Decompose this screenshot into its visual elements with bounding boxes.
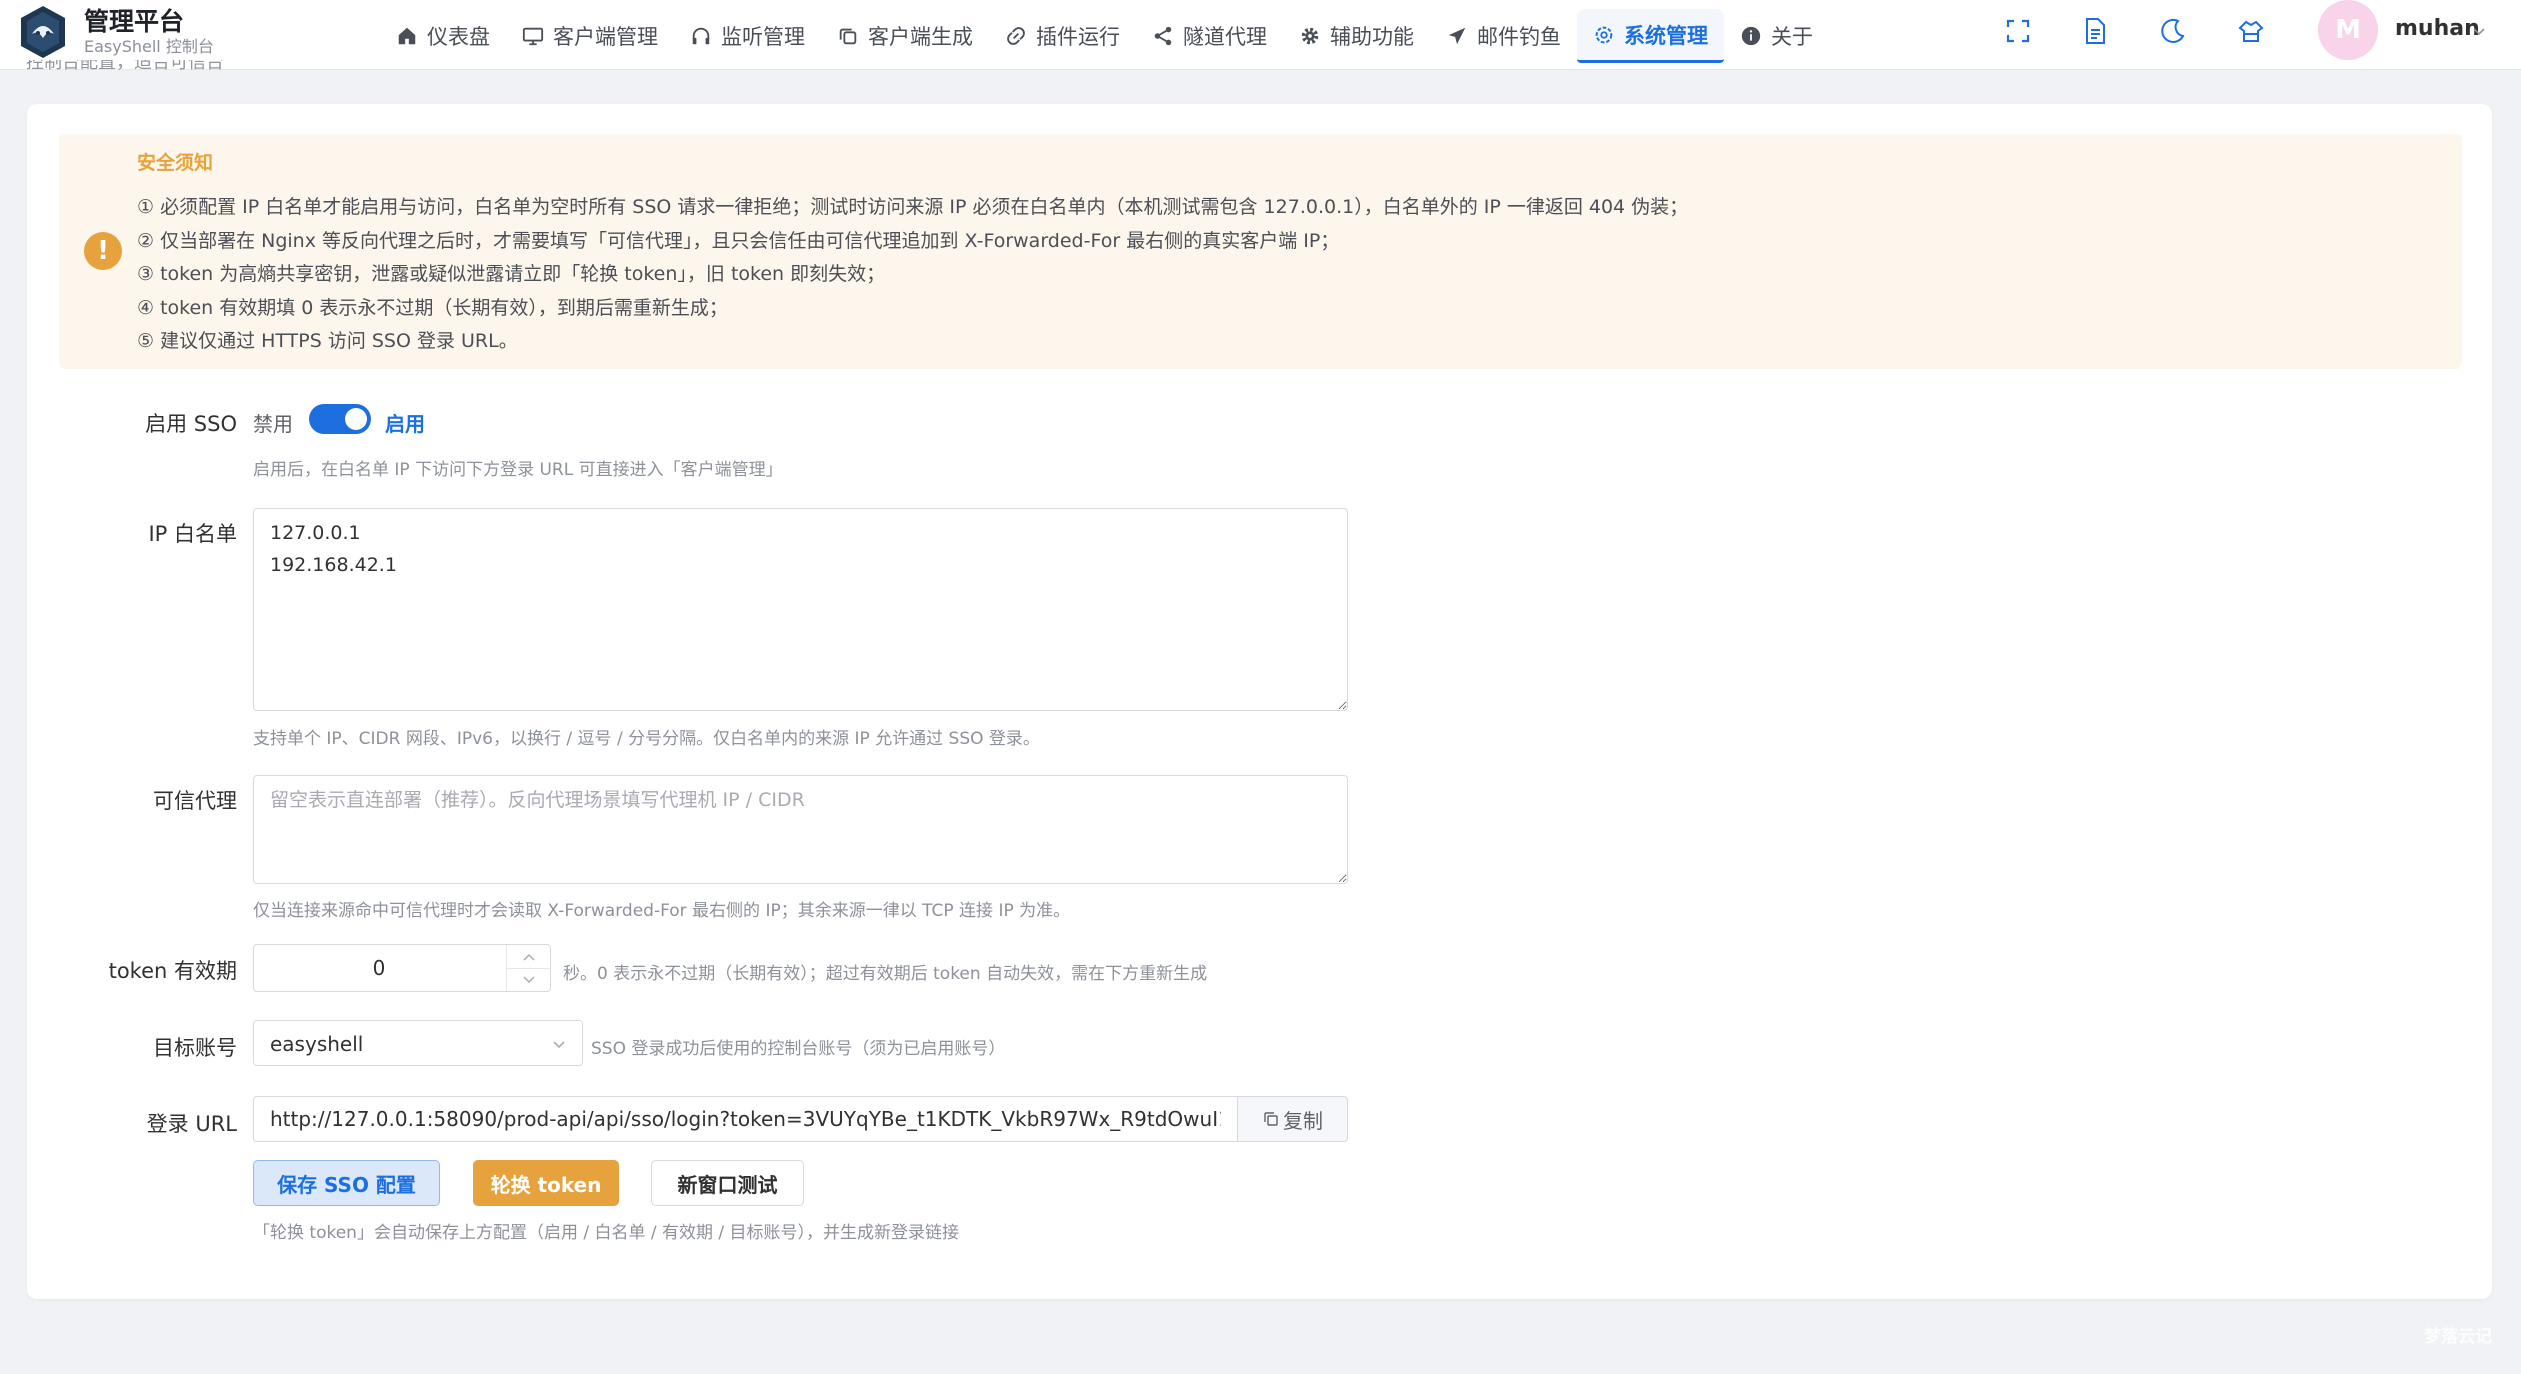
- sso-enable-label: 启用 SSO: [145, 412, 237, 436]
- increase-button[interactable]: [507, 945, 551, 968]
- info-icon: [1740, 25, 1762, 47]
- share-icon: [1152, 25, 1174, 47]
- nav-dashboard[interactable]: 仪表盘: [380, 9, 506, 63]
- theme-icon[interactable]: [2236, 16, 2266, 46]
- chevron-up-icon: [523, 953, 535, 961]
- home-icon: [396, 25, 418, 47]
- copy-button[interactable]: 复制: [1237, 1096, 1348, 1142]
- chevron-down-icon: [523, 976, 535, 984]
- nav-label: 关于: [1771, 25, 1813, 49]
- token-ttl-input[interactable]: [254, 945, 504, 991]
- token-ttl-label: token 有效期: [108, 959, 237, 983]
- switch-knob: [345, 408, 367, 430]
- brand[interactable]: 管理平台 EasyShell 控制台: [18, 4, 214, 60]
- document-icon[interactable]: [2080, 16, 2110, 46]
- copy-label: 复制: [1283, 1108, 1323, 1133]
- switch-on-text[interactable]: 启用: [385, 408, 425, 437]
- sso-enable-hint: 启用后，在白名单 IP 下访问下方登录 URL 可直接进入「客户端管理」: [253, 460, 783, 480]
- nav-plugin-run[interactable]: 插件运行: [989, 9, 1136, 63]
- nav-label: 仪表盘: [427, 25, 490, 49]
- alert-line: ⑤ 建议仅通过 HTTPS 访问 SSO 登录 URL。: [137, 330, 518, 352]
- target-account-hint: SSO 登录成功后使用的控制台账号（须为已启用账号）: [591, 1039, 1006, 1059]
- rotate-token-button[interactable]: 轮换 token: [473, 1160, 619, 1206]
- nav-tunnel-proxy[interactable]: 隧道代理: [1136, 9, 1283, 63]
- target-account-label: 目标账号: [153, 1036, 237, 1060]
- copy-icon: [1264, 1112, 1278, 1126]
- copy-icon: [837, 25, 859, 47]
- fullscreen-icon[interactable]: [2003, 16, 2033, 46]
- trusted-proxy-textarea[interactable]: [253, 775, 1348, 884]
- decrease-button[interactable]: [507, 968, 551, 991]
- security-notice-alert: ! 安全须知 ① 必须配置 IP 白名单才能启用与访问，白名单为空时所有 SSO…: [59, 134, 2462, 369]
- save-sso-config-button[interactable]: 保存 SSO 配置: [253, 1160, 440, 1206]
- main-nav: 仪表盘 客户端管理 监听管理 客户端生成 插件运行 隧道代理 辅助功能 邮件钓鱼…: [380, 0, 1829, 70]
- target-account-select[interactable]: easyshell: [253, 1020, 583, 1066]
- nav-label: 客户端生成: [868, 25, 973, 49]
- monitor-icon: [522, 25, 544, 47]
- trusted-proxy-hint: 仅当连接来源命中可信代理时才会读取 X-Forwarded-For 最右侧的 I…: [253, 901, 1071, 921]
- chevron-down-icon: [553, 1041, 565, 1049]
- alert-title: 安全须知: [137, 152, 214, 174]
- watermark: 梦落云记: [2424, 1327, 2492, 1347]
- nav-label: 客户端管理: [553, 25, 658, 49]
- nav-label: 辅助功能: [1330, 25, 1414, 49]
- alert-line: ② 仅当部署在 Nginx 等反向代理之后时，才需要填写「可信代理」，且只会信任…: [137, 229, 1340, 252]
- moon-icon[interactable]: [2158, 16, 2188, 46]
- warning-icon: !: [84, 232, 122, 270]
- trusted-proxy-label: 可信代理: [153, 789, 237, 813]
- alert-line: ④ token 有效期填 0 表示永不过期（长期有效），到期后需重新生成；: [137, 296, 728, 319]
- nav-listener-management[interactable]: 监听管理: [674, 9, 821, 63]
- nav-about[interactable]: 关于: [1724, 9, 1829, 63]
- nav-auxiliary[interactable]: 辅助功能: [1283, 9, 1430, 63]
- username[interactable]: muhan: [2395, 16, 2480, 41]
- nav-client-generation[interactable]: 客户端生成: [821, 9, 989, 63]
- ip-whitelist-hint: 支持单个 IP、CIDR 网段、IPv6，以换行 / 逗号 / 分号分隔。仅白名…: [253, 729, 1040, 749]
- nav-label: 监听管理: [721, 25, 805, 49]
- sso-config-card: ! 安全须知 ① 必须配置 IP 白名单才能启用与访问，白名单为空时所有 SSO…: [27, 104, 2492, 1299]
- nav-label: 系统管理: [1624, 23, 1708, 48]
- token-ttl-stepper: [253, 944, 551, 992]
- alert-line: ① 必须配置 IP 白名单才能启用与访问，白名单为空时所有 SSO 请求一律拒绝…: [137, 196, 1689, 218]
- login-url-label: 登录 URL: [146, 1112, 237, 1136]
- top-header: 管理平台 EasyShell 控制台 仪表盘 客户端管理 监听管理 客户端生成 …: [0, 0, 2521, 70]
- token-ttl-hint: 秒。0 表示永不过期（长期有效）；超过有效期后 token 自动失效，需在下方重…: [563, 964, 1208, 984]
- switch-off-text[interactable]: 禁用: [253, 408, 293, 437]
- target-account-value: easyshell: [270, 1032, 364, 1056]
- chevron-down-icon[interactable]: [2470, 22, 2488, 40]
- stepper-buttons: [506, 945, 551, 991]
- brand-title: 管理平台: [84, 7, 185, 36]
- sso-enable-switch[interactable]: [309, 404, 371, 434]
- headset-icon: [690, 25, 712, 47]
- gear-icon: [1299, 25, 1321, 47]
- nav-system-management[interactable]: 系统管理: [1577, 9, 1724, 63]
- brand-subtitle: EasyShell 控制台: [84, 37, 214, 56]
- avatar[interactable]: M: [2318, 0, 2378, 60]
- send-icon: [1446, 25, 1468, 47]
- footer-hint: 「轮换 token」会自动保存上方配置（启用 / 白名单 / 有效期 / 目标账…: [253, 1223, 960, 1243]
- login-url-input[interactable]: [253, 1096, 1238, 1142]
- ip-whitelist-label: IP 白名单: [148, 522, 237, 546]
- nav-client-management[interactable]: 客户端管理: [506, 9, 674, 63]
- link-icon: [1005, 25, 1027, 47]
- nav-label: 邮件钓鱼: [1477, 25, 1561, 49]
- nav-mail-phishing[interactable]: 邮件钓鱼: [1430, 9, 1577, 63]
- new-window-test-button[interactable]: 新窗口测试: [651, 1160, 804, 1206]
- alert-lines: ① 必须配置 IP 白名单才能启用与访问，白名单为空时所有 SSO 请求一律拒绝…: [137, 191, 1688, 359]
- page-description-clipped: 控制台配置，适合可信台: [26, 60, 224, 73]
- nav-label: 插件运行: [1036, 25, 1120, 49]
- settings-icon: [1593, 24, 1615, 46]
- logo-icon: [21, 6, 65, 58]
- alert-line: ③ token 为高熵共享密钥，泄露或疑似泄露请立即「轮换 token」，旧 t…: [137, 263, 886, 285]
- nav-label: 隧道代理: [1183, 25, 1267, 49]
- ip-whitelist-textarea[interactable]: 127.0.0.1 192.168.42.1: [253, 508, 1348, 711]
